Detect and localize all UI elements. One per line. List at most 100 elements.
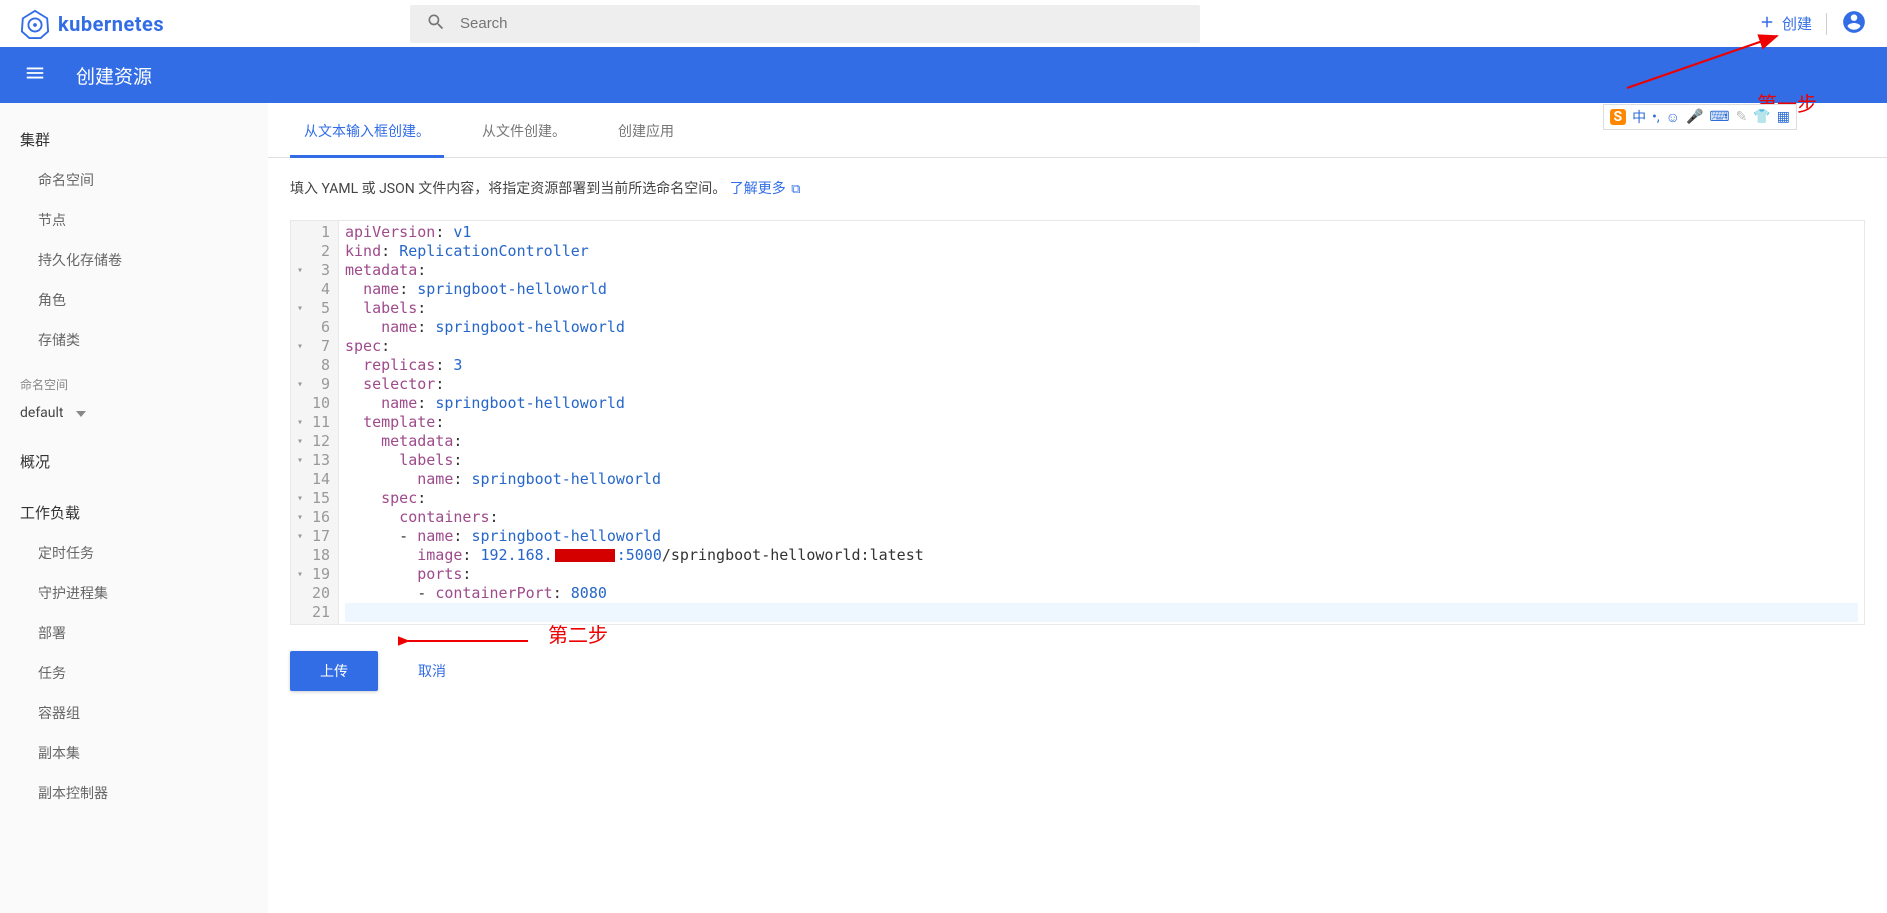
gutter-line: 19▾ [299,565,330,584]
sidebar-item-workload-5[interactable]: 副本集 [0,733,268,773]
external-link-icon: ⧉ [791,182,800,197]
gutter-line: 15▾ [299,489,330,508]
ime-toolbar[interactable]: S 中 •, ☺ 🎤 ⌨ ✎ 👕 ▦ [1603,104,1797,130]
code-line[interactable]: apiVersion: v1 [345,223,1858,242]
gutter-line: 1 [299,223,330,242]
title-bar: 创建资源 [0,47,1887,103]
gutter-line: 6 [299,318,330,337]
gutter-line: 18 [299,546,330,565]
code-line[interactable]: image: 192.168.:5000/springboot-hellowor… [345,546,1858,565]
learn-more-link[interactable]: 了解更多 [730,181,786,197]
dropdown-arrow-icon [76,405,86,421]
ime-skin-icon[interactable]: 👕 [1753,109,1770,125]
kubernetes-logo-icon [20,9,50,39]
form-actions: 上传 取消 第二步 [268,625,1887,731]
sidebar: 集群 命名空间节点持久化存储卷角色存储类 命名空间 default 概况 工作负… [0,103,268,913]
ime-emoji-icon[interactable]: ☺ [1666,109,1680,126]
search-box[interactable] [410,5,1200,43]
profile-icon[interactable] [1841,9,1867,39]
sidebar-item-workload-6[interactable]: 副本控制器 [0,773,268,813]
tab-text-input[interactable]: 从文本输入框创建。 [290,103,444,158]
gutter-line: 10 [299,394,330,413]
topbar: kubernetes 创建 [0,0,1887,47]
code-line[interactable]: name: springboot-helloworld [345,280,1858,299]
sidebar-item-cluster-3[interactable]: 角色 [0,280,268,320]
code-line[interactable]: labels: [345,451,1858,470]
sidebar-item-workload-0[interactable]: 定时任务 [0,533,268,573]
code-line[interactable]: metadata: [345,432,1858,451]
code-line[interactable]: - name: springboot-helloworld [345,527,1858,546]
namespace-value: default [20,405,64,421]
gutter-line: 21 [299,603,330,622]
page-title: 创建资源 [76,62,152,89]
code-line[interactable]: name: springboot-helloworld [345,470,1858,489]
ime-grid-icon[interactable]: ▦ [1777,109,1790,125]
ime-lang-toggle[interactable]: 中 [1632,107,1646,127]
gutter-line: 8 [299,356,330,375]
namespace-label: 命名空间 [0,360,268,399]
tab-create-app[interactable]: 创建应用 [604,103,688,157]
code-line[interactable]: selector: [345,375,1858,394]
code-line[interactable]: - containerPort: 8080 [345,584,1858,603]
code-line[interactable]: name: springboot-helloworld [345,394,1858,413]
code-editor[interactable]: 123▾45▾67▾89▾1011▾12▾13▾1415▾16▾17▾1819▾… [290,220,1865,625]
divider [1826,13,1827,35]
code-line[interactable]: kind: ReplicationController [345,242,1858,261]
code-line[interactable]: spec: [345,489,1858,508]
gutter-line: 20 [299,584,330,603]
gutter-line: 2 [299,242,330,261]
gutter-line: 13▾ [299,451,330,470]
code-line[interactable]: template: [345,413,1858,432]
gutter-line: 11▾ [299,413,330,432]
editor-code-area[interactable]: apiVersion: v1kind: ReplicationControlle… [339,221,1864,624]
namespace-select[interactable]: default [0,399,268,431]
create-label: 创建 [1782,13,1812,34]
sidebar-item-workload-4[interactable]: 容器组 [0,693,268,733]
sidebar-item-cluster-4[interactable]: 存储类 [0,320,268,360]
sidebar-item-workload-1[interactable]: 守护进程集 [0,573,268,613]
code-line[interactable]: labels: [345,299,1858,318]
search-icon [426,12,446,36]
sidebar-item-cluster-1[interactable]: 节点 [0,200,268,240]
code-line[interactable]: ports: [345,565,1858,584]
sidebar-item-cluster-0[interactable]: 命名空间 [0,160,268,200]
gutter-line: 5▾ [299,299,330,318]
sidebar-header-overview[interactable]: 概况 [0,443,268,482]
body: 集群 命名空间节点持久化存储卷角色存储类 命名空间 default 概况 工作负… [0,103,1887,913]
ime-logo-icon: S [1610,109,1627,125]
topbar-actions: 创建 [1758,9,1867,39]
code-line[interactable]: metadata: [345,261,1858,280]
upload-button[interactable]: 上传 [290,651,378,691]
gutter-line: 9▾ [299,375,330,394]
gutter-line: 17▾ [299,527,330,546]
search-input[interactable] [460,15,1184,32]
ime-tool-icon[interactable]: ✎ [1736,109,1748,125]
code-line[interactable]: name: springboot-helloworld [345,318,1858,337]
code-line[interactable]: containers: [345,508,1858,527]
product-name: kubernetes [58,12,164,36]
create-button[interactable]: 创建 [1758,13,1812,35]
plus-icon [1758,13,1776,35]
code-line[interactable]: spec: [345,337,1858,356]
gutter-line: 7▾ [299,337,330,356]
gutter-line: 12▾ [299,432,330,451]
editor-gutter: 123▾45▾67▾89▾1011▾12▾13▾1415▾16▾17▾1819▾… [291,221,339,624]
gutter-line: 14 [299,470,330,489]
sidebar-header-workloads[interactable]: 工作负载 [0,494,268,533]
sidebar-item-workload-3[interactable]: 任务 [0,653,268,693]
code-line[interactable]: replicas: 3 [345,356,1858,375]
logo-area: kubernetes [20,9,410,39]
ime-mic-icon[interactable]: 🎤 [1686,109,1703,125]
sidebar-item-cluster-2[interactable]: 持久化存储卷 [0,240,268,280]
cancel-button[interactable]: 取消 [408,653,456,689]
tab-from-file[interactable]: 从文件创建。 [468,103,580,157]
ime-punct-icon[interactable]: •, [1652,109,1659,125]
code-line[interactable] [345,603,1858,622]
sidebar-header-cluster[interactable]: 集群 [0,121,268,160]
gutter-line: 16▾ [299,508,330,527]
hamburger-icon[interactable] [24,62,46,88]
instruction-text: 填入 YAML 或 JSON 文件内容，将指定资源部署到当前所选命名空间。 了解… [268,158,1887,212]
ime-keyboard-icon[interactable]: ⌨ [1709,109,1729,125]
instruction-body: 填入 YAML 或 JSON 文件内容，将指定资源部署到当前所选命名空间。 [290,181,726,197]
sidebar-item-workload-2[interactable]: 部署 [0,613,268,653]
